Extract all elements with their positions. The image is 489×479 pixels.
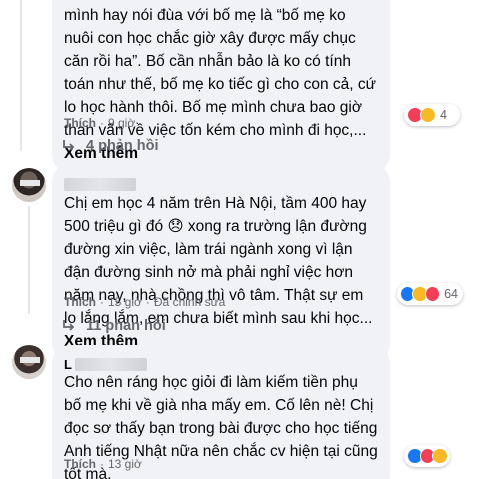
view-replies-link-1[interactable]: 4 phản hồi	[62, 138, 159, 154]
haha-reaction-icon	[420, 107, 436, 123]
like-button[interactable]: Thích	[64, 116, 96, 130]
timestamp[interactable]: 13 giờ	[108, 457, 142, 471]
like-button[interactable]: Thích	[64, 295, 96, 309]
thread-line	[28, 206, 30, 314]
reaction-summary[interactable]: 64	[397, 283, 463, 305]
thread-line	[20, 0, 22, 150]
author-initial: L	[64, 357, 72, 372]
comment-actions-3: Thích · 13 giờ	[64, 457, 142, 471]
haha-reaction-icon	[432, 448, 449, 464]
reply-arrow-icon	[62, 319, 76, 333]
love-reaction-icon	[424, 286, 441, 302]
timestamp[interactable]: 9 giờ	[108, 116, 135, 130]
replies-count-label: 4 phản hồi	[86, 138, 159, 154]
author-name-redacted[interactable]	[64, 173, 136, 196]
avatar-blur	[20, 357, 40, 363]
author-name-redacted[interactable]: L	[64, 353, 147, 376]
avatar[interactable]	[12, 345, 46, 379]
timestamp[interactable]: 15 giờ	[108, 295, 142, 309]
reaction-summary[interactable]: 4	[404, 104, 460, 126]
like-button[interactable]: Thích	[64, 457, 96, 471]
replies-count-label: 11 phản hồi	[86, 318, 166, 334]
edited-label: Đã chỉnh sửa	[153, 295, 226, 309]
reaction-summary[interactable]	[404, 445, 450, 467]
avatar-blur	[20, 180, 40, 186]
avatar[interactable]	[12, 168, 46, 202]
reaction-count: 64	[444, 287, 458, 301]
reply-arrow-icon	[62, 139, 76, 153]
reaction-count: 4	[440, 108, 447, 122]
comment-actions-2: Thích · 15 giờ · Đã chỉnh sửa	[64, 295, 226, 309]
comment-actions-1: Thích · 9 giờ	[64, 116, 136, 130]
view-replies-link-2[interactable]: 11 phản hồi	[62, 318, 166, 334]
